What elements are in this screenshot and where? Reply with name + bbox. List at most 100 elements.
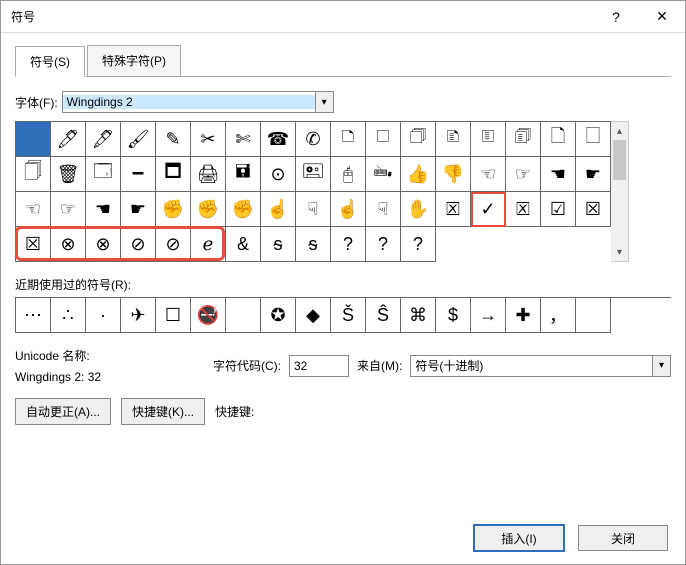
symbol-cell[interactable]: ✆: [296, 122, 331, 157]
symbol-cell[interactable]: 🗌: [576, 122, 611, 157]
shortcut-button[interactable]: 快捷键(K)...: [121, 398, 205, 425]
symbol-cell[interactable]: ⊘: [156, 227, 191, 262]
symbol-cell[interactable]: 🖌: [121, 122, 156, 157]
symbol-cell[interactable]: 🗇: [401, 122, 436, 157]
symbol-cell[interactable]: ☒: [576, 192, 611, 227]
symbol-cell[interactable]: 🗋: [541, 122, 576, 157]
scroll-down-button[interactable]: ▾: [611, 243, 628, 261]
symbol-cell[interactable]: ⊗: [86, 227, 121, 262]
symbol-cell[interactable]: 🖭: [296, 157, 331, 192]
scroll-up-button[interactable]: ▴: [611, 122, 628, 140]
symbol-cell[interactable]: 🖋: [86, 122, 121, 157]
symbol-cell[interactable]: ✊: [226, 192, 261, 227]
symbol-cell[interactable]: ☞: [506, 157, 541, 192]
symbol-cell[interactable]: 🗍: [16, 157, 51, 192]
symbol-cell[interactable]: 👎: [436, 157, 471, 192]
symbol-cell[interactable]: ✋: [401, 192, 436, 227]
tab-symbols[interactable]: 符号(S): [15, 46, 85, 77]
symbol-cell[interactable]: 🖬: [226, 157, 261, 192]
recent-cell[interactable]: $: [436, 298, 471, 333]
symbol-cell[interactable]: 🗆: [366, 122, 401, 157]
recent-cell[interactable]: ∴: [51, 298, 86, 333]
recent-cell[interactable]: ☐: [156, 298, 191, 333]
recent-cell[interactable]: ◆: [296, 298, 331, 333]
close-window-button[interactable]: ✕: [639, 1, 685, 33]
grid-scrollbar[interactable]: ▴ ▾: [611, 121, 629, 262]
symbol-cell[interactable]: 🗕: [121, 157, 156, 192]
symbol-cell[interactable]: [16, 122, 51, 157]
close-button[interactable]: 关闭: [578, 525, 668, 551]
tab-special-chars[interactable]: 特殊字符(P): [87, 45, 181, 76]
symbol-cell[interactable]: ☞: [51, 192, 86, 227]
symbol-cell[interactable]: 🗅: [331, 122, 366, 157]
recent-cell[interactable]: ✈: [121, 298, 156, 333]
recent-cell[interactable]: ⋯: [16, 298, 51, 333]
char-code-input[interactable]: [289, 355, 349, 377]
symbol-cell[interactable]: 🗔: [86, 157, 121, 192]
symbol-cell[interactable]: 🖊: [51, 122, 86, 157]
recent-cell[interactable]: Š: [331, 298, 366, 333]
symbol-cell[interactable]: 🗖: [156, 157, 191, 192]
recent-cell[interactable]: [226, 298, 261, 333]
symbol-cell[interactable]: ☟: [366, 192, 401, 227]
from-dropdown-button[interactable]: ▾: [652, 356, 670, 376]
scroll-track[interactable]: [611, 140, 628, 243]
symbol-cell[interactable]: ☑: [541, 192, 576, 227]
symbol-cell[interactable]: ℯ: [191, 227, 226, 262]
symbol-cell[interactable]: ☝: [261, 192, 296, 227]
symbol-cell[interactable]: 🗈: [436, 122, 471, 157]
font-dropdown-button[interactable]: ▾: [315, 92, 333, 112]
symbol-cell[interactable]: ☟: [296, 192, 331, 227]
symbol-cell[interactable]: ✎: [156, 122, 191, 157]
recent-cell[interactable]: ✚: [506, 298, 541, 333]
symbol-cell[interactable]: 🖨: [191, 157, 226, 192]
symbol-cell[interactable]: ☜: [471, 157, 506, 192]
symbol-cell[interactable]: 🗵: [436, 192, 471, 227]
symbol-cell[interactable]: ✊: [156, 192, 191, 227]
symbol-cell[interactable]: ✂: [191, 122, 226, 157]
symbol-cell[interactable]: ☝: [331, 192, 366, 227]
help-button[interactable]: ?: [593, 1, 639, 33]
symbol-cell[interactable]: ✓: [471, 192, 506, 227]
symbol-cell[interactable]: 🗉: [471, 122, 506, 157]
symbol-cell[interactable]: 🖰: [331, 157, 366, 192]
symbol-cell[interactable]: 🖦: [366, 157, 401, 192]
symbol-cell[interactable]: ?: [366, 227, 401, 262]
symbol-cell[interactable]: ☚: [541, 157, 576, 192]
symbol-cell[interactable]: ⊙: [261, 157, 296, 192]
symbol-cell[interactable]: ☛: [576, 157, 611, 192]
recent-cell[interactable]: ⌘: [401, 298, 436, 333]
symbol-cell[interactable]: ?: [401, 227, 436, 262]
recent-cell[interactable]: →: [471, 298, 506, 333]
symbol-cell[interactable]: ☚: [86, 192, 121, 227]
symbol-cell[interactable]: ☎: [261, 122, 296, 157]
symbol-cell[interactable]: ⊘: [121, 227, 156, 262]
autocorrect-button[interactable]: 自动更正(A)...: [15, 398, 111, 425]
recent-cell[interactable]: ，: [541, 298, 576, 333]
insert-button[interactable]: 插入(I): [474, 525, 564, 551]
font-select[interactable]: Wingdings 2 ▾: [62, 91, 334, 113]
symbol-cell[interactable]: 🗑: [51, 157, 86, 192]
symbol-grid-wrap: 🖊🖋🖌✎✂✄☎✆🗅🗆🗇🗈🗉🗊🗋🗌🗍🗑🗔🗕🗖🖨🖬⊙🖭🖰🖦👍👎☜☞☚☛☜☞☚☛✊✊✊…: [15, 121, 671, 262]
symbol-cell[interactable]: &: [226, 227, 261, 262]
symbol-cell[interactable]: ☛: [121, 192, 156, 227]
recent-cell[interactable]: ·: [86, 298, 121, 333]
symbol-cell[interactable]: ⊗: [51, 227, 86, 262]
symbol-cell[interactable]: 👍: [401, 157, 436, 192]
dialog-content: 符号(S) 特殊字符(P) 字体(F): Wingdings 2 ▾ 🖊🖋🖌✎✂…: [1, 33, 685, 437]
symbol-cell[interactable]: ☜: [16, 192, 51, 227]
recent-cell[interactable]: 🚭: [191, 298, 226, 333]
symbol-cell[interactable]: ᵴ: [296, 227, 331, 262]
from-select[interactable]: 符号(十进制) ▾: [410, 355, 671, 377]
symbol-cell[interactable]: ✄: [226, 122, 261, 157]
symbol-cell[interactable]: ?: [331, 227, 366, 262]
recent-cell[interactable]: [576, 298, 611, 333]
symbol-cell[interactable]: ᵴ: [261, 227, 296, 262]
symbol-cell[interactable]: 🗵: [506, 192, 541, 227]
symbol-cell[interactable]: 🗊: [506, 122, 541, 157]
symbol-cell[interactable]: ☒: [16, 227, 51, 262]
symbol-cell[interactable]: ✊: [191, 192, 226, 227]
recent-cell[interactable]: Ŝ: [366, 298, 401, 333]
scroll-thumb[interactable]: [613, 140, 626, 180]
recent-cell[interactable]: ✪: [261, 298, 296, 333]
